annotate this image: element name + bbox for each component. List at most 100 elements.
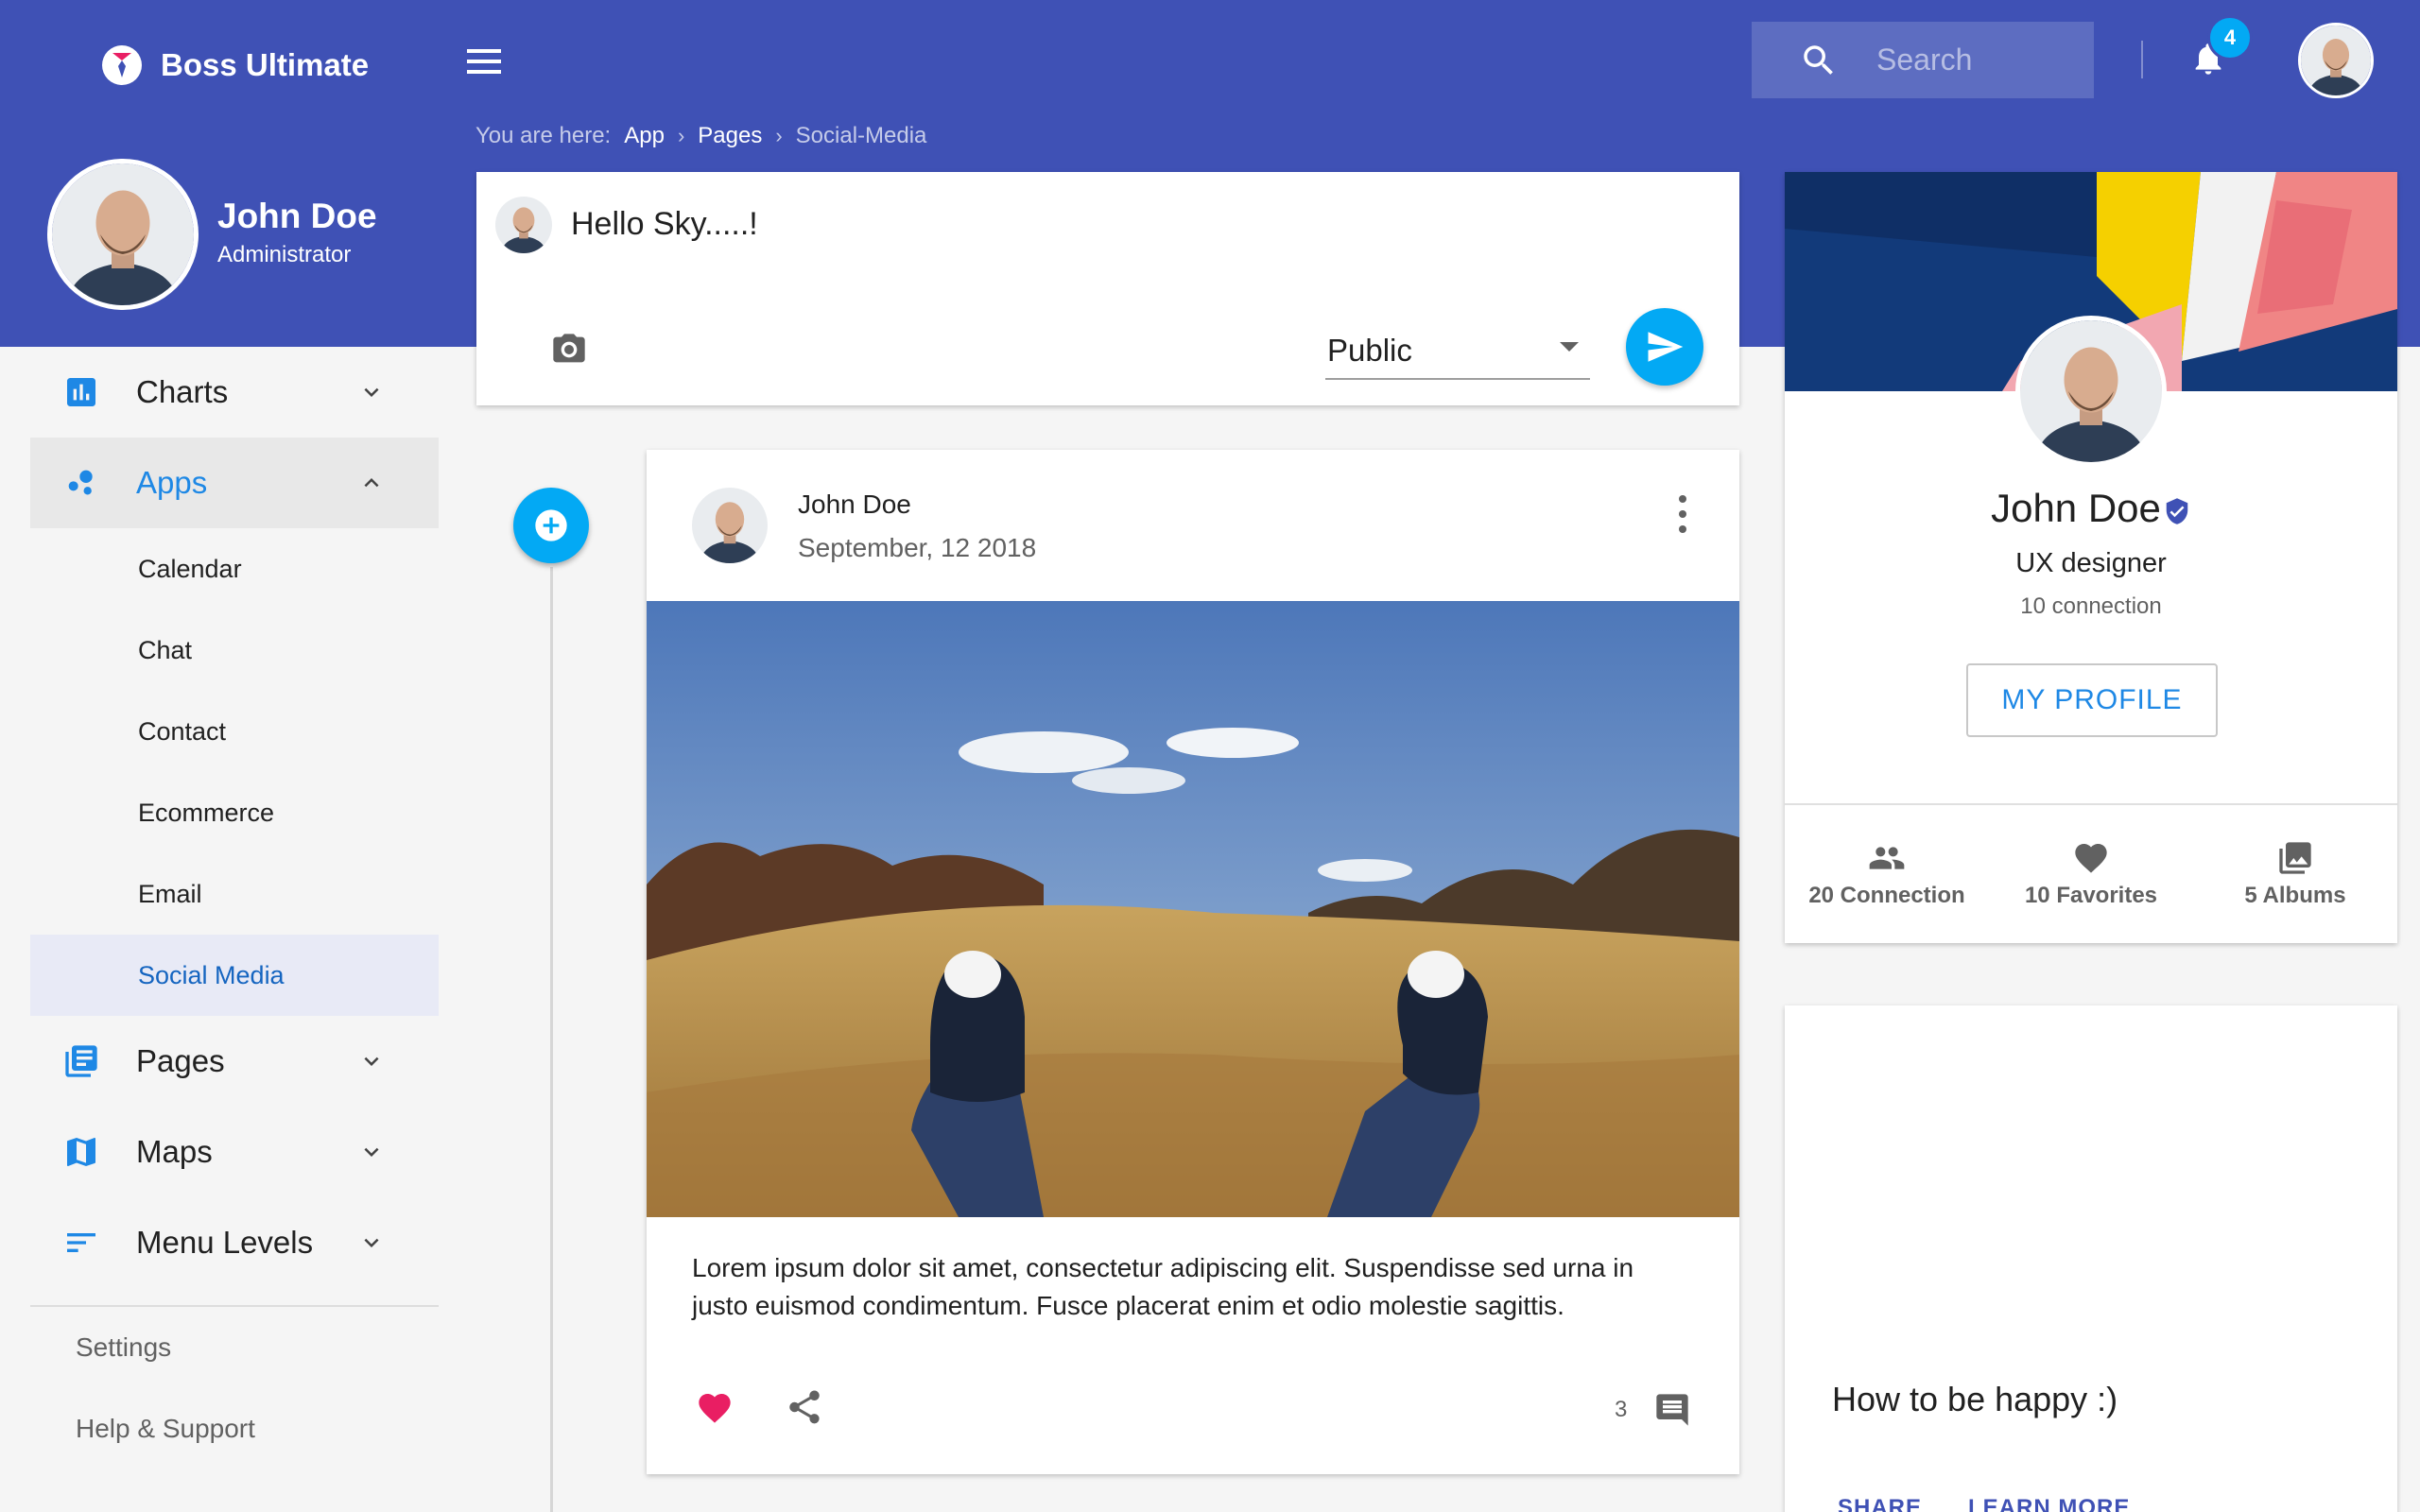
breadcrumb: You are here: App › Pages › Social-Media xyxy=(475,123,926,149)
sidebar-item-menu-levels[interactable]: Menu Levels xyxy=(30,1197,439,1288)
privacy-value: Public xyxy=(1327,333,1412,368)
sidebar-subitem-contact[interactable]: Contact xyxy=(30,691,439,772)
post-text: Lorem ipsum dolor sit amet, consectetur … xyxy=(692,1253,1634,1320)
breadcrumb-separator: › xyxy=(677,124,685,147)
chevron-down-icon xyxy=(364,1238,379,1247)
brand-name: Boss Ultimate xyxy=(161,47,370,82)
sidebar-item-label: Charts xyxy=(136,374,229,409)
share-icon[interactable] xyxy=(785,1387,824,1427)
sidebar-user-avatar[interactable] xyxy=(47,159,199,310)
breadcrumb-link-app[interactable]: App xyxy=(624,123,665,149)
profile-connections: 10 connection xyxy=(2020,593,2162,619)
header-divider xyxy=(2141,41,2143,78)
more-vert-icon[interactable] xyxy=(1673,493,1692,535)
sidebar-subitem-ecommerce[interactable]: Ecommerce xyxy=(30,772,439,853)
post-author[interactable]: John Doe xyxy=(798,490,911,520)
sidebar-item-label: Apps xyxy=(136,465,208,500)
sidebar-nav: Charts Apps Calendar Chat Contact Ecomme… xyxy=(30,347,439,1469)
sidebar-user-name: John Doe xyxy=(217,197,377,235)
info-card: How to be happy :) SHARE LEARN MORE xyxy=(1785,1005,2397,1512)
breadcrumb-link-pages[interactable]: Pages xyxy=(698,123,762,149)
chevron-down-icon xyxy=(364,1057,379,1066)
heart-icon[interactable] xyxy=(694,1389,735,1427)
chevron-down-icon xyxy=(364,1147,379,1157)
breadcrumb-current: Social-Media xyxy=(795,123,927,148)
comment-icon[interactable] xyxy=(1652,1391,1692,1429)
people-icon xyxy=(1869,847,1905,869)
menu-icon[interactable] xyxy=(463,43,505,79)
avatar-image xyxy=(2301,26,2371,95)
learn-more-button[interactable]: LEARN MORE xyxy=(1968,1495,2130,1512)
chevron-up-icon xyxy=(364,478,379,488)
sidebar-item-maps[interactable]: Maps xyxy=(30,1107,439,1197)
avatar-image xyxy=(52,163,194,305)
profile-divider xyxy=(1785,803,2397,805)
notification-badge: 4 xyxy=(2207,15,2253,60)
chevron-down-icon xyxy=(364,387,379,397)
share-button[interactable]: SHARE xyxy=(1838,1495,1922,1512)
profile-title: UX designer xyxy=(2015,548,2167,578)
composer-avatar xyxy=(495,197,552,253)
privacy-select[interactable]: Public xyxy=(1325,314,1590,380)
breadcrumb-prefix: You are here: xyxy=(475,123,612,148)
camera-icon[interactable] xyxy=(547,331,591,369)
stat-label: 10 Favorites xyxy=(2024,883,2158,908)
composer-text[interactable]: Hello Sky.....! xyxy=(571,206,758,243)
map-icon xyxy=(67,1138,95,1166)
post-photo[interactable] xyxy=(647,601,1739,1217)
post-composer: Hello Sky.....! Public xyxy=(476,172,1739,405)
profile-name-row: John Doe xyxy=(1785,486,2397,531)
search-icon[interactable] xyxy=(1799,41,1839,80)
sidebar-user-role: Administrator xyxy=(217,242,352,267)
verified-badge-icon xyxy=(2166,498,2188,524)
sidebar-link-settings[interactable]: Settings xyxy=(30,1307,439,1388)
stat-albums[interactable]: 5 Albums xyxy=(2193,839,2397,909)
sidebar-subitem-chat[interactable]: Chat xyxy=(30,610,439,691)
send-icon xyxy=(1648,332,1684,362)
search-box[interactable] xyxy=(1752,22,2094,98)
stat-label: 5 Albums xyxy=(2244,883,2346,908)
pages-icon xyxy=(65,1045,97,1077)
stat-label: 20 Connection xyxy=(1808,883,1965,908)
avatar-image xyxy=(692,488,768,563)
avatar-image xyxy=(2020,320,2162,462)
sidebar-item-label: Pages xyxy=(136,1043,225,1078)
bar-chart-icon xyxy=(67,378,95,406)
photo-library-icon xyxy=(2279,842,2311,874)
stat-favorites[interactable]: 10 Favorites xyxy=(1989,839,2193,909)
sidebar-subitem-email[interactable]: Email xyxy=(30,853,439,935)
add-circle-icon xyxy=(535,509,567,541)
avatar-image xyxy=(495,197,552,253)
sidebar-item-label: Maps xyxy=(136,1134,213,1169)
post-date: September, 12 2018 xyxy=(798,533,1037,562)
send-button[interactable] xyxy=(1626,308,1703,386)
header-avatar[interactable] xyxy=(2298,23,2374,98)
brand[interactable]: Boss Ultimate xyxy=(102,45,369,85)
profile-avatar[interactable] xyxy=(2015,316,2167,467)
heart-icon xyxy=(2075,844,2107,873)
sidebar-item-apps[interactable]: Apps xyxy=(30,438,439,528)
profile-name: John Doe xyxy=(1991,486,2161,530)
stat-connections[interactable]: 20 Connection xyxy=(1785,839,1989,909)
dropdown-caret-icon xyxy=(1560,342,1579,352)
add-post-button[interactable] xyxy=(513,488,589,563)
sidebar-subitem-calendar[interactable]: Calendar xyxy=(30,528,439,610)
brand-logo-icon xyxy=(102,45,142,85)
post-author-avatar[interactable] xyxy=(692,488,768,563)
menu-levels-icon xyxy=(67,1233,95,1252)
profile-card: John Doe UX designer 10 connection MY PR… xyxy=(1785,172,2397,943)
comment-count: 3 xyxy=(1615,1397,1628,1422)
sidebar-link-help-support[interactable]: Help & Support xyxy=(30,1388,439,1469)
sidebar-subitem-social-media[interactable]: Social Media xyxy=(30,935,439,1016)
breadcrumb-separator: › xyxy=(775,124,783,147)
sidebar-item-pages[interactable]: Pages xyxy=(30,1016,439,1107)
apps-bubbles-icon xyxy=(68,470,93,495)
sidebar-item-label: Menu Levels xyxy=(136,1225,314,1260)
field-sneakers-image xyxy=(647,601,1739,1217)
timeline-line xyxy=(550,567,553,1512)
my-profile-button[interactable]: MY PROFILE xyxy=(1966,663,2218,737)
sidebar-item-charts[interactable]: Charts xyxy=(30,347,439,438)
info-card-title: How to be happy :) xyxy=(1832,1380,2118,1418)
post-card: John Doe September, 12 2018 Lorem ipsum xyxy=(647,450,1739,1474)
search-input[interactable] xyxy=(1876,43,2066,77)
